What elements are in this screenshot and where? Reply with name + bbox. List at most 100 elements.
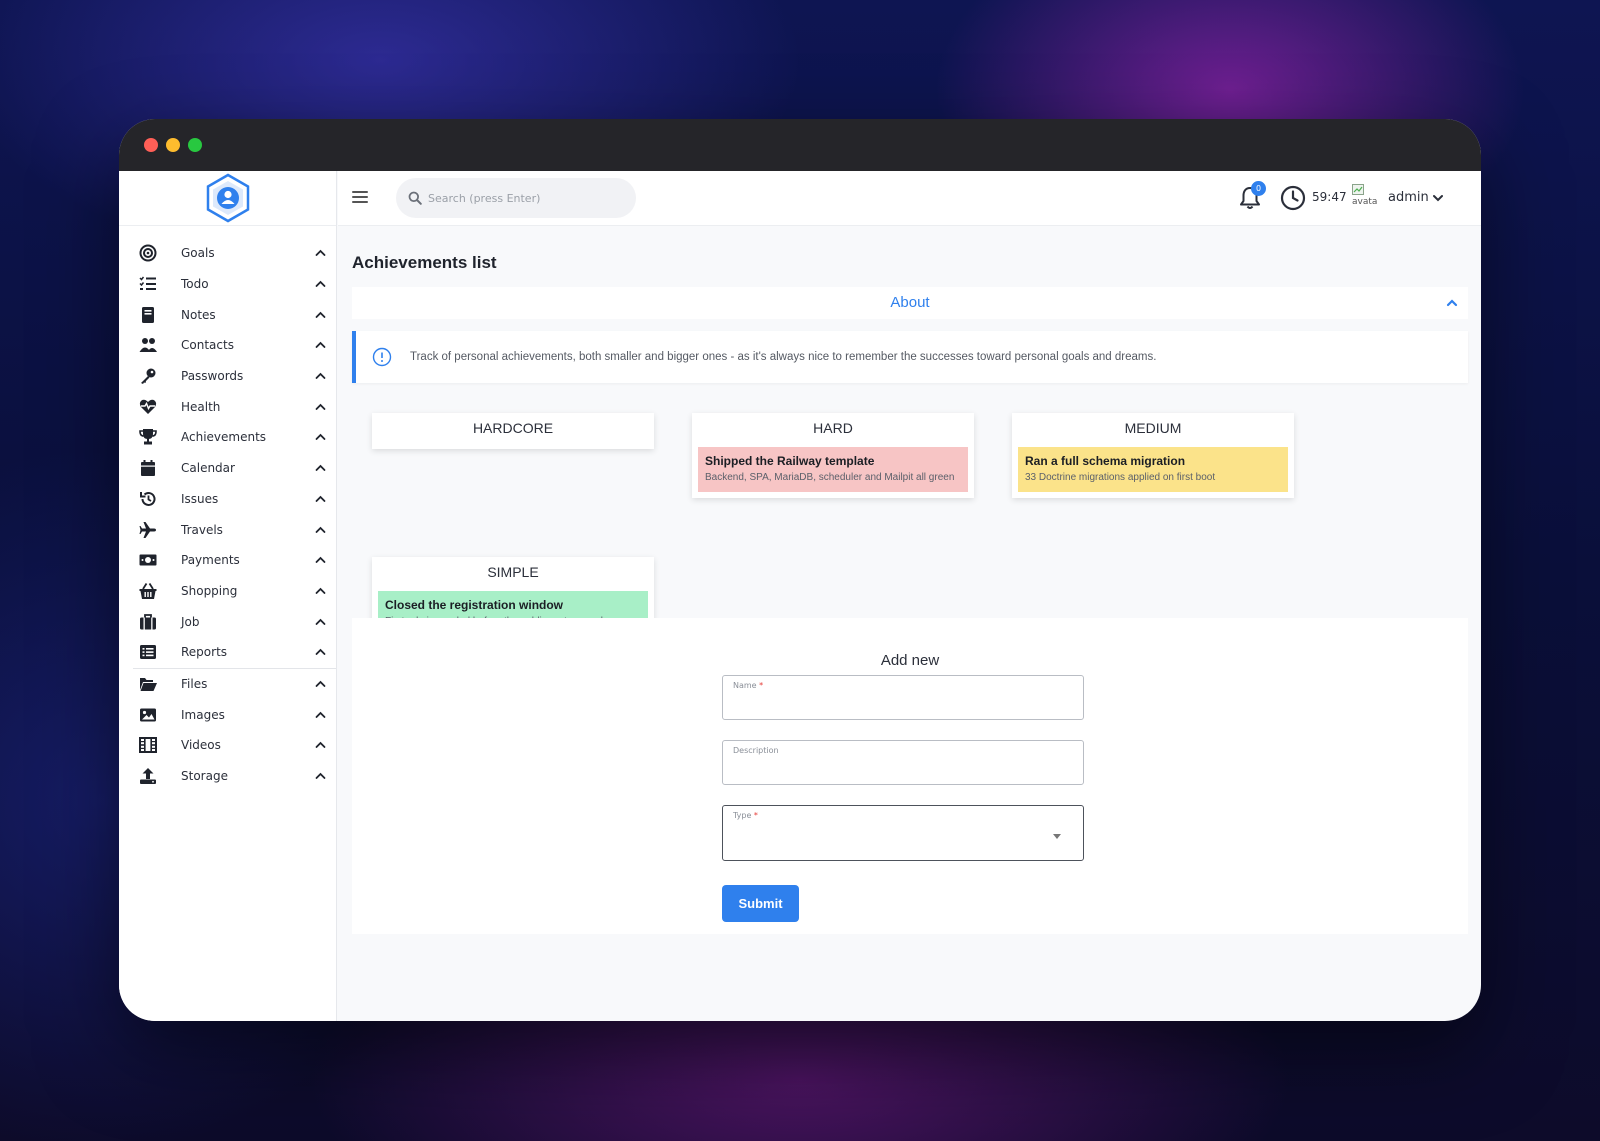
search-box	[396, 178, 636, 218]
session-timer: 59:47	[1312, 190, 1347, 204]
notebook-icon	[137, 304, 159, 326]
sidebar-item-files[interactable]: Files	[119, 669, 336, 700]
sidebar-item-reports[interactable]: Reports	[119, 637, 336, 668]
page-title: Achievements list	[352, 253, 497, 272]
about-text: Track of personal achievements, both sma…	[410, 351, 1157, 363]
sidebar-item-label: Achievements	[181, 430, 267, 445]
app: Goals Todo Notes Contacts Passwords Health Ach…	[119, 171, 1481, 1021]
sidebar-item-label: Health	[181, 399, 221, 414]
minimize-window-button[interactable]	[166, 138, 180, 152]
sidebar-item-label: Files	[181, 676, 208, 691]
achievement-boards: HARDCORE HARD Shipped the Railway template…	[352, 383, 1468, 643]
trophy-icon	[137, 426, 159, 448]
chevron-up-icon[interactable]	[314, 554, 326, 566]
sidebar-item-notes[interactable]: Notes	[119, 299, 336, 330]
sidebar-item-shopping[interactable]: Shopping	[119, 576, 336, 607]
money-icon	[137, 549, 159, 571]
chevron-up-icon[interactable]	[314, 278, 326, 290]
sidebar-item-images[interactable]: Images	[119, 699, 336, 730]
sidebar-item-health[interactable]: Health	[119, 391, 336, 422]
name-field-label: Name *	[733, 681, 764, 690]
chevron-up-icon[interactable]	[314, 493, 326, 505]
clock-icon	[1280, 185, 1306, 211]
plane-icon	[137, 519, 159, 541]
submit-button[interactable]: Submit	[722, 885, 799, 922]
info-circle-icon	[372, 347, 392, 367]
notification-count-badge: 0	[1251, 181, 1266, 196]
about-info-box: Track of personal achievements, both sma…	[352, 331, 1468, 383]
sidebar-item-contacts[interactable]: Contacts	[119, 330, 336, 361]
name-input[interactable]	[733, 697, 1063, 711]
close-window-button[interactable]	[144, 138, 158, 152]
sidebar-item-passwords[interactable]: Passwords	[119, 361, 336, 392]
topbar: 0 59:47 avatar admin	[338, 171, 1481, 226]
calendar-icon	[137, 457, 159, 479]
sidebar-nav: Goals Todo Notes Contacts Passwords Health Ach…	[119, 226, 336, 791]
username-label: admin	[1388, 190, 1429, 205]
sidebar-item-issues[interactable]: Issues	[119, 484, 336, 515]
sidebar-item-storage[interactable]: Storage	[119, 761, 336, 792]
history-icon	[137, 488, 159, 510]
sidebar-item-label: Reports	[181, 645, 228, 660]
chevron-up-icon[interactable]	[314, 678, 326, 690]
achievement-title: Closed the registration window	[385, 598, 564, 612]
avatar-alt-text: avatar	[1352, 197, 1378, 207]
chevron-up-icon[interactable]	[314, 431, 326, 443]
key-icon	[137, 365, 159, 387]
about-label: About	[890, 294, 930, 311]
menu-toggle-button[interactable]	[352, 191, 368, 205]
folder-open-icon	[137, 673, 159, 695]
sidebar-item-label: Notes	[181, 307, 216, 322]
chevron-up-icon[interactable]	[314, 585, 326, 597]
chevron-up-icon[interactable]	[314, 247, 326, 259]
notifications-button[interactable]: 0	[1238, 181, 1266, 213]
chevron-up-icon[interactable]	[314, 370, 326, 382]
description-field[interactable]: Description	[722, 740, 1084, 785]
sidebar-item-goals[interactable]: Goals	[119, 238, 336, 269]
name-field[interactable]: Name *	[722, 675, 1084, 720]
chevron-up-icon[interactable]	[314, 524, 326, 536]
description-input[interactable]	[733, 762, 1063, 776]
achievement-card[interactable]: Shipped the Railway template Backend, SPA…	[698, 447, 968, 492]
film-icon	[137, 734, 159, 756]
chevron-up-icon[interactable]	[314, 739, 326, 751]
board-title: SIMPLE	[487, 564, 539, 580]
sidebar-item-videos[interactable]: Videos	[119, 730, 336, 761]
chevron-up-icon[interactable]	[314, 309, 326, 321]
chevron-up-icon[interactable]	[314, 616, 326, 628]
type-select[interactable]: Type *	[722, 805, 1084, 861]
chevron-down-icon	[1432, 194, 1443, 201]
sidebar-item-label: Todo	[181, 277, 209, 292]
achievement-card[interactable]: Ran a full schema migration 33 Doctrine m…	[1018, 447, 1288, 492]
achievement-description: Backend, SPA, MariaDB, scheduler and Mai…	[705, 472, 955, 483]
app-logo-icon[interactable]	[205, 173, 251, 223]
sidebar-item-payments[interactable]: Payments	[119, 545, 336, 576]
avatar[interactable]: avatar	[1352, 184, 1378, 212]
sidebar-item-job[interactable]: Job	[119, 606, 336, 637]
sidebar-item-travels[interactable]: Travels	[119, 514, 336, 545]
about-toggle[interactable]: About	[352, 287, 1468, 319]
search-input[interactable]	[428, 191, 618, 205]
chevron-up-icon[interactable]	[314, 401, 326, 413]
sidebar-item-label: Goals	[181, 246, 215, 261]
users-icon	[137, 334, 159, 356]
chevron-up-icon[interactable]	[314, 462, 326, 474]
board-title: HARD	[813, 420, 853, 436]
chevron-up-icon[interactable]	[314, 709, 326, 721]
sidebar-item-todo[interactable]: Todo	[119, 269, 336, 300]
upload-icon	[137, 765, 159, 787]
main-area: 0 59:47 avatar admin	[338, 171, 1481, 1021]
sidebar-item-label: Issues	[181, 491, 219, 506]
achievement-description: 33 Doctrine migrations applied on first …	[1025, 472, 1216, 483]
sidebar-item-calendar[interactable]: Calendar	[119, 453, 336, 484]
broken-image-icon	[1352, 184, 1364, 195]
titlebar	[119, 119, 1481, 171]
sidebar-item-achievements[interactable]: Achievements	[119, 422, 336, 453]
chevron-up-icon[interactable]	[314, 646, 326, 658]
heartbeat-icon	[137, 396, 159, 418]
maximize-window-button[interactable]	[188, 138, 202, 152]
chevron-up-icon[interactable]	[314, 339, 326, 351]
sidebar-item-label: Travels	[181, 522, 223, 537]
user-menu[interactable]: admin	[1388, 190, 1443, 205]
chevron-up-icon[interactable]	[314, 770, 326, 782]
